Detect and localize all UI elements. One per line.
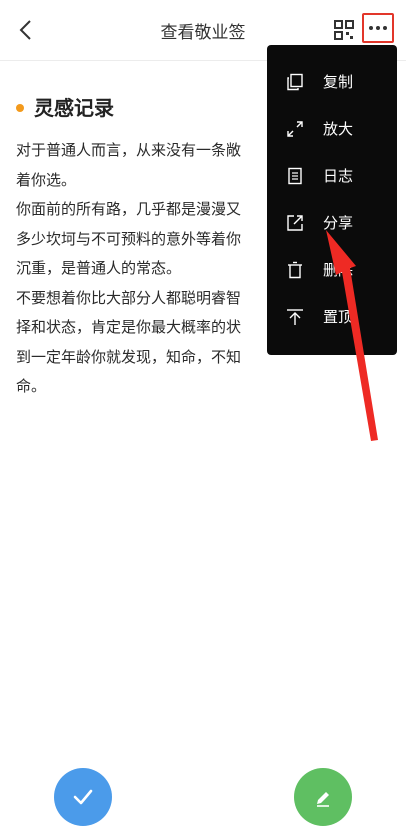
note-title-text: 灵感记录 (34, 96, 114, 120)
more-dot (376, 26, 380, 30)
menu-item-copy[interactable]: 复制 (267, 58, 397, 105)
menu-item-label: 分享 (323, 214, 354, 232)
share-icon (285, 213, 305, 233)
confirm-button[interactable] (54, 768, 112, 826)
menu-item-label: 复制 (323, 73, 354, 91)
menu-item-label: 删除 (323, 261, 354, 279)
pencil-icon (317, 792, 329, 807)
trash-icon (285, 260, 305, 280)
log-icon (285, 166, 305, 186)
options-menu: 复制 放大 日志 分享 删除 置顶 (267, 45, 397, 355)
menu-item-share[interactable]: 分享 (267, 199, 397, 246)
more-dot (383, 26, 387, 30)
more-options-button[interactable] (362, 13, 394, 43)
menu-item-label: 日志 (323, 167, 354, 185)
note-title: 灵感记录 (16, 92, 114, 121)
menu-item-pin-top[interactable]: 置顶 (267, 293, 397, 340)
check-icon (73, 789, 93, 805)
note-line: 命。 (16, 377, 47, 395)
expand-icon (285, 119, 305, 139)
menu-item-label: 放大 (323, 120, 354, 138)
menu-item-expand[interactable]: 放大 (267, 105, 397, 152)
qr-code-icon[interactable] (332, 18, 356, 42)
edit-button[interactable] (294, 768, 352, 826)
menu-item-log[interactable]: 日志 (267, 152, 397, 199)
more-dot (369, 26, 373, 30)
title-dot-icon (16, 103, 24, 112)
menu-item-delete[interactable]: 删除 (267, 246, 397, 293)
copy-icon (285, 72, 305, 92)
menu-item-label: 置顶 (323, 308, 354, 326)
pin-top-icon (285, 307, 305, 327)
